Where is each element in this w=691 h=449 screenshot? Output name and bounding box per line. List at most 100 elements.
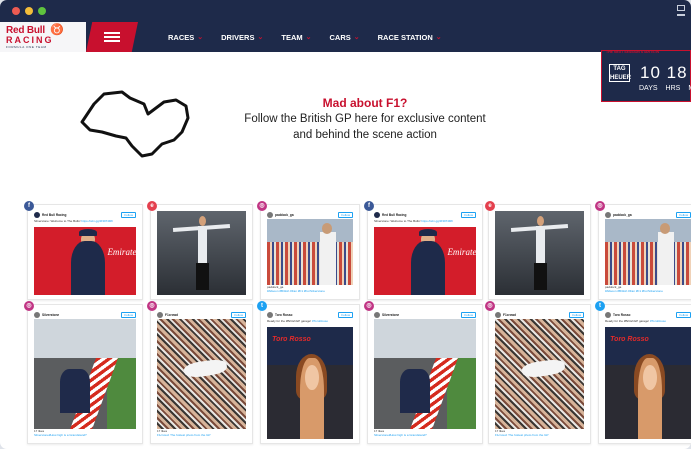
post-image[interactable]: Toro Rosso <box>267 327 353 439</box>
minimize-window-button[interactable] <box>25 7 33 15</box>
avatar <box>267 212 273 218</box>
post-header: Toro Rosso Follow <box>267 311 353 319</box>
maximize-window-button[interactable] <box>38 7 46 15</box>
avatar <box>34 212 40 218</box>
follow-button[interactable]: Follow <box>569 312 584 318</box>
avatar <box>605 312 611 318</box>
post-header: F1crowd Follow <box>157 311 246 319</box>
nav-drivers[interactable]: DRIVERS ⌄ <box>221 33 263 42</box>
follow-button[interactable]: Follow <box>121 312 136 318</box>
social-post[interactable]: e <box>485 201 591 300</box>
follow-button[interactable]: Follow <box>461 212 476 218</box>
social-post[interactable]: ◎ F1crowd Follow 17 likes F1crowd: The hotte… <box>485 301 591 444</box>
title-bar <box>0 0 691 22</box>
post-author: Silverstone <box>42 313 60 317</box>
post-header: Silverstone Follow <box>374 311 476 319</box>
post-image[interactable] <box>495 319 584 429</box>
post-image[interactable]: Toro Rosso <box>605 327 691 439</box>
ig-icon: ◎ <box>485 301 495 311</box>
nav-cars[interactable]: CARS ⌄ <box>329 33 359 42</box>
post-image[interactable] <box>157 319 246 429</box>
tag-heuer-logo: TAG HEUER <box>609 64 632 82</box>
avatar <box>374 312 380 318</box>
post-header: Silverstone Follow <box>34 311 136 319</box>
nav-races[interactable]: RACES ⌄ <box>168 33 203 42</box>
session-countdown[interactable]: THE NEXT SESSION STARTS IN TAG HEUER 10 … <box>601 50 691 102</box>
post-text: Ready for the #BritishGP garage! #ToroRo… <box>605 319 666 323</box>
follow-button[interactable]: Follow <box>231 312 246 318</box>
post-image[interactable] <box>495 211 584 295</box>
close-window-button[interactable] <box>12 7 20 15</box>
chevron-down-icon: ⌄ <box>353 34 360 41</box>
post-author: Red Bull Racing <box>382 213 407 217</box>
countdown-label: THE NEXT SESSION STARTS IN <box>606 50 660 54</box>
social-post[interactable]: t Toro Rosso Follow Ready for the #BritishG… <box>595 301 691 444</box>
red-bull-racing-logo[interactable]: Red Bull ♉ RACING FORMULA ONE TEAM <box>0 22 86 52</box>
post-footer: paddock_ga #Allsoon #British #Fan #F1 #Fo… <box>605 285 663 293</box>
social-post[interactable]: ◎ paddock_ga Follow paddock_ga #Allsoon #Bri… <box>257 201 360 300</box>
browser-window: Red Bull ♉ RACING FORMULA ONE TEAM RACES… <box>0 0 691 449</box>
avatar <box>267 312 273 318</box>
tw-icon: t <box>257 301 267 311</box>
follow-button[interactable]: Follow <box>338 312 353 318</box>
follow-button[interactable]: Follow <box>121 212 136 218</box>
chevron-down-icon: ⌄ <box>197 34 204 41</box>
avatar <box>157 312 163 318</box>
post-author: Silverstone <box>382 313 400 317</box>
nav-race-station[interactable]: RACE STATION ⌄ <box>378 33 442 42</box>
follow-button[interactable]: Follow <box>676 212 691 218</box>
hero-text: Mad about F1? Follow the British GP here… <box>210 96 520 142</box>
post-header: Toro Rosso Follow <box>605 311 691 319</box>
fe-icon: e <box>485 201 495 211</box>
hamburger-menu-button[interactable] <box>86 22 138 52</box>
fb-icon: f <box>364 201 374 211</box>
nav-team[interactable]: TEAM ⌄ <box>281 33 311 42</box>
post-author: Red Bull Racing <box>42 213 67 217</box>
post-header: F1crowd Follow <box>495 311 584 319</box>
silverstone-track-icon <box>80 90 190 158</box>
post-text: Ready for the #BritishGP garage! #ToroRo… <box>267 319 328 323</box>
post-author: Toro Rosso <box>613 313 631 317</box>
avatar <box>495 312 501 318</box>
hero-line-2: and behind the scene action <box>293 129 437 141</box>
post-image[interactable] <box>374 319 476 429</box>
post-header: paddock_ga Follow <box>605 211 691 219</box>
social-post[interactable]: f Red Bull Racing Follow Silverstone: Welco… <box>24 201 143 300</box>
post-author: Toro Rosso <box>275 313 293 317</box>
post-footer: 17 likes Silverstone#How high is a Grands… <box>34 429 87 437</box>
hero-title: Mad about F1? <box>322 96 408 110</box>
social-post[interactable]: ◎ F1crowd Follow 17 likes F1crowd: The hotte… <box>147 301 253 444</box>
follow-button[interactable]: Follow <box>338 212 353 218</box>
post-image[interactable]: Emirates <box>34 227 136 295</box>
post-text: Silverstone: Welcome to The Bulls! https… <box>374 219 454 223</box>
countdown-units: DAYSHRSMI <box>639 85 691 92</box>
hero-line-1: Follow the British GP here for exclusive… <box>244 113 486 125</box>
post-image[interactable]: Emirates <box>374 227 476 295</box>
tw-icon: t <box>595 301 605 311</box>
post-image[interactable] <box>34 319 136 429</box>
post-image[interactable] <box>605 219 691 285</box>
chevron-down-icon: ⌄ <box>257 34 264 41</box>
ig-icon: ◎ <box>595 201 605 211</box>
social-post[interactable]: t Toro Rosso Follow Ready for the #BritishG… <box>257 301 360 444</box>
post-author: F1crowd <box>503 313 517 317</box>
social-post[interactable]: f Red Bull Racing Follow Silverstone: Welco… <box>364 201 483 300</box>
avatar <box>374 212 380 218</box>
social-post[interactable]: ◎ Silverstone Follow 17 likes Silverstone#Ho… <box>364 301 483 444</box>
fe-icon: e <box>147 201 157 211</box>
post-footer: paddock_ga #Allsoon #British #Fan #F1 #Fo… <box>267 285 325 293</box>
window-controls[interactable] <box>677 5 685 16</box>
social-post[interactable]: ◎ paddock_ga Follow paddock_ga #Allsoon #Bri… <box>595 201 691 300</box>
ig-icon: ◎ <box>147 301 157 311</box>
ig-icon: ◎ <box>257 201 267 211</box>
social-post[interactable]: ◎ Silverstone Follow 17 likes Silverstone#Ho… <box>24 301 143 444</box>
post-author: F1crowd <box>165 313 179 317</box>
social-post[interactable]: e <box>147 201 253 300</box>
post-footer: 17 likes Silverstone#How high is a Grands… <box>374 429 427 437</box>
fb-icon: f <box>24 201 34 211</box>
follow-button[interactable]: Follow <box>461 312 476 318</box>
post-image[interactable] <box>267 219 353 285</box>
post-image[interactable] <box>157 211 246 295</box>
follow-button[interactable]: Follow <box>676 312 691 318</box>
logo-tagline: FORMULA ONE TEAM <box>6 45 47 49</box>
